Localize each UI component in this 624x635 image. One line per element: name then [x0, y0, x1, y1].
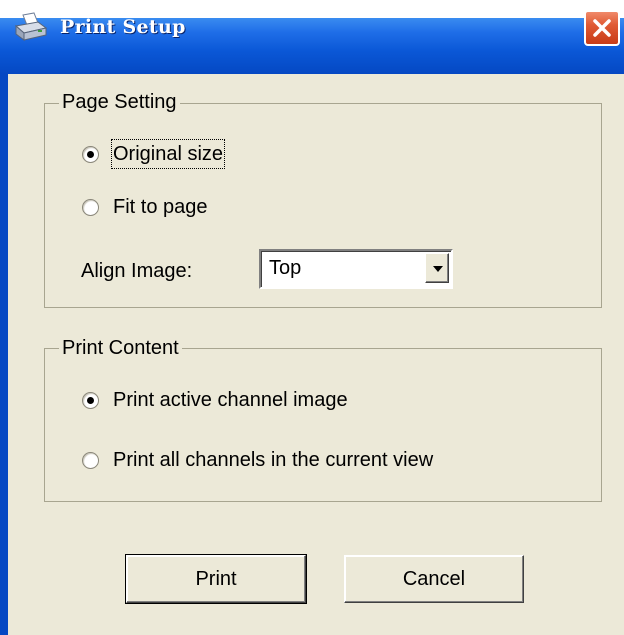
dropdown-button[interactable] [425, 253, 449, 283]
radio-label: Original size [110, 139, 226, 169]
window-frame [0, 74, 8, 635]
dialog-body: Page Setting Original size Fit to page A… [8, 74, 624, 635]
print-content-legend: Print Content [59, 336, 182, 360]
print-setup-window: Print Setup Page Setting Original size F… [0, 0, 624, 635]
title-bar[interactable]: Print Setup [0, 0, 624, 80]
close-button[interactable] [584, 10, 620, 46]
window-title: Print Setup [60, 16, 186, 38]
printer-icon [14, 12, 48, 44]
radio-print-all-channels[interactable]: Print all channels in the current view [82, 445, 433, 475]
cancel-button[interactable]: Cancel [344, 555, 524, 603]
radio-print-active-channel[interactable]: Print active channel image [82, 385, 348, 415]
radio-label: Print all channels in the current view [113, 449, 434, 471]
align-image-value: Top [269, 257, 302, 279]
align-image-select[interactable]: Top [259, 249, 453, 289]
radio-button[interactable] [82, 451, 99, 469]
print-button[interactable]: Print [125, 554, 307, 604]
radio-button[interactable] [82, 198, 99, 216]
align-image-label: Align Image: [81, 260, 193, 282]
radio-button[interactable] [82, 391, 99, 409]
radio-label: Print active channel image [113, 389, 348, 411]
print-content-group [44, 348, 602, 502]
radio-label: Fit to page [113, 196, 208, 218]
radio-original-size[interactable]: Original size [82, 139, 226, 169]
page-setting-legend: Page Setting [59, 90, 180, 114]
radio-button[interactable] [82, 145, 99, 163]
radio-fit-to-page[interactable]: Fit to page [82, 192, 208, 222]
